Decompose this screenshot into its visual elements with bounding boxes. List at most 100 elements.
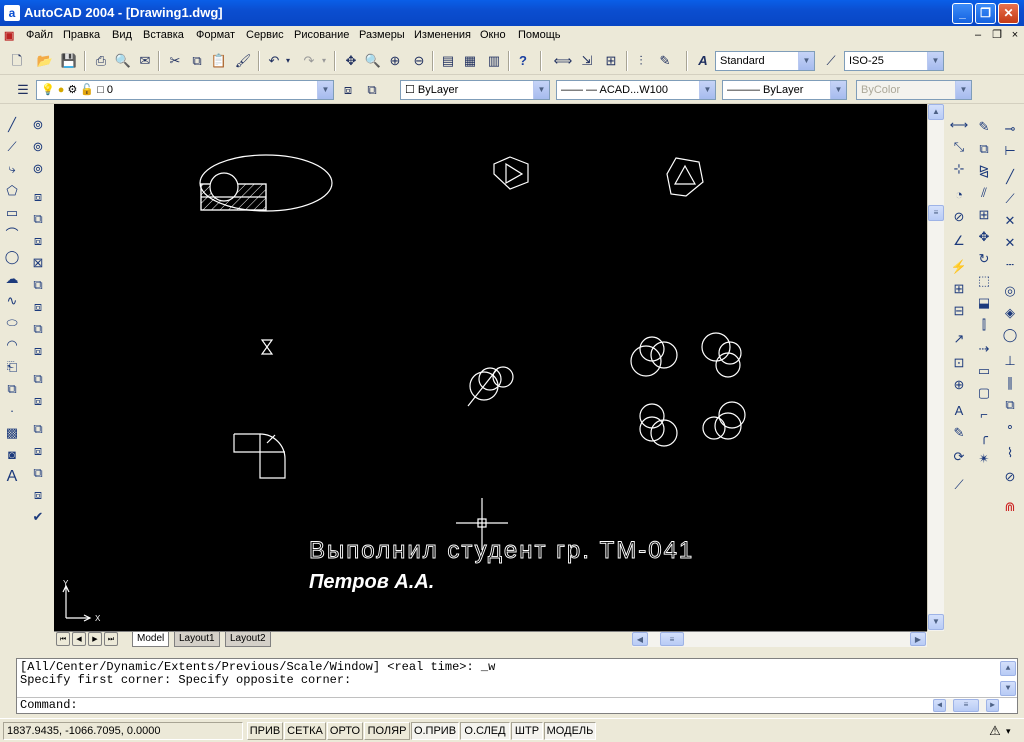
text-line-2[interactable]: Петров А.А.: [309, 571, 434, 593]
status-osnap[interactable]: О.ПРИВ: [411, 722, 459, 740]
snap-node-icon[interactable]: ∘: [999, 416, 1021, 438]
delete-faces-icon[interactable]: ⊠: [27, 252, 49, 274]
pan-realtime-icon[interactable]: ✥: [340, 50, 362, 72]
horizontal-scrollbar[interactable]: ◀ ≡ ▶: [632, 632, 927, 647]
extend-icon[interactable]: ⇢: [973, 338, 995, 360]
insert-block-icon[interactable]: ⎗: [1, 356, 23, 378]
tab-layout2[interactable]: Layout2: [225, 632, 271, 647]
lineweight-select[interactable]: ——— ByLayer ▼: [722, 80, 847, 100]
snap-endpoint-icon[interactable]: ╱: [999, 166, 1021, 188]
text-line-1[interactable]: Выполнил студент гр. ТМ-041: [309, 537, 694, 565]
chevron-down-icon[interactable]: ▼: [830, 81, 846, 99]
drawing-doc-icon[interactable]: ▣: [4, 29, 14, 42]
spline-icon[interactable]: ∿: [1, 290, 23, 312]
separate-icon[interactable]: ⧉: [27, 462, 49, 484]
help-icon[interactable]: ?: [512, 50, 534, 72]
chevron-down-icon[interactable]: ▼: [317, 81, 333, 99]
dim-baseline-icon[interactable]: ⊞: [948, 278, 970, 300]
quick-leader-icon[interactable]: ↗: [948, 328, 970, 350]
menu-view[interactable]: Вид: [112, 29, 132, 41]
scroll-thumb[interactable]: ≡: [928, 205, 944, 221]
dim-ordinate-icon[interactable]: ⊹: [948, 158, 970, 180]
prev-tab-icon[interactable]: ◀: [72, 632, 86, 646]
rotate-faces-icon[interactable]: ⧉: [27, 318, 49, 340]
hscroll-thumb[interactable]: ≡: [660, 632, 684, 646]
temp-track-icon[interactable]: ⊸: [999, 118, 1021, 140]
autocad-icon[interactable]: a: [4, 5, 20, 21]
redo-icon[interactable]: ↷: [298, 50, 320, 72]
trim-icon[interactable]: ⫿: [973, 314, 995, 336]
dim-continue-icon[interactable]: ⊟: [948, 300, 970, 322]
make-block-icon[interactable]: ⧉: [1, 378, 23, 400]
status-snap[interactable]: ПРИВ: [247, 722, 283, 740]
circle-cluster-top-left[interactable]: [630, 336, 678, 377]
next-tab-icon[interactable]: ▶: [88, 632, 102, 646]
mirror-icon[interactable]: ⧎: [973, 160, 995, 182]
three-circles-object[interactable]: [467, 366, 514, 407]
doc-minimize-button[interactable]: –: [970, 29, 986, 43]
osnap-settings-icon[interactable]: ⋒: [999, 496, 1021, 518]
circle-cluster-bottom-right[interactable]: [702, 401, 746, 440]
cmd-hscroll[interactable]: ◀ ≡ ▶: [933, 699, 999, 712]
region-icon[interactable]: ◙: [1, 444, 23, 466]
erase-icon[interactable]: ✎: [973, 116, 995, 138]
scroll-down-icon[interactable]: ▼: [928, 614, 944, 630]
redo-list-icon[interactable]: ▾: [318, 50, 330, 72]
doc-restore-button[interactable]: ❐: [989, 29, 1005, 43]
pentagon-triangle-object[interactable]: [493, 156, 529, 190]
vertical-scrollbar[interactable]: ▲ ≡ ▼: [927, 104, 944, 631]
snap-center-icon[interactable]: ◎: [999, 280, 1021, 302]
dim-radius-icon[interactable]: ◔: [948, 184, 970, 206]
tab-model[interactable]: Model: [132, 632, 170, 647]
color-select[interactable]: ☐ ByLayer ▼: [400, 80, 550, 100]
rectangle-icon[interactable]: ▭: [1, 202, 23, 224]
dim-diameter-icon[interactable]: ⊘: [948, 206, 970, 228]
imprint-icon[interactable]: ⧉: [27, 418, 49, 440]
multiline-text-icon[interactable]: A: [1, 466, 23, 488]
snap-none-icon[interactable]: ⊘: [999, 466, 1021, 488]
layer-manager-icon[interactable]: ☰: [12, 79, 34, 101]
snap-quadrant-icon[interactable]: ◈: [999, 302, 1021, 324]
dim-angular-icon[interactable]: ∠: [948, 230, 970, 252]
subtract-icon[interactable]: ⊚: [27, 136, 49, 158]
plot-preview-icon[interactable]: 🔍: [112, 50, 134, 72]
line-icon[interactable]: ╱: [1, 114, 23, 136]
status-polar[interactable]: ПОЛЯР: [364, 722, 410, 740]
snap-from-icon[interactable]: ⊢: [999, 140, 1021, 162]
copy-icon[interactable]: ⧉: [186, 50, 208, 72]
join-icon[interactable]: ▢: [973, 382, 995, 404]
dim-update-icon[interactable]: ⟳: [948, 446, 970, 468]
close-button[interactable]: ✕: [998, 3, 1019, 24]
chamfer-icon[interactable]: ⌐: [973, 404, 995, 426]
layer-select[interactable]: 💡 ● ⚙ 🔓 □ 0 ▼: [36, 80, 334, 100]
quick-dim-icon[interactable]: ⚡: [948, 256, 970, 278]
cmd-scroll-up-icon[interactable]: ▲: [1000, 661, 1016, 676]
chevron-down-icon[interactable]: ▼: [699, 81, 715, 99]
circle-cluster-top-right[interactable]: [701, 332, 742, 378]
dim-style-icon[interactable]: ⟋: [820, 50, 842, 72]
dim-style-icon[interactable]: ⟋: [948, 474, 970, 496]
taper-faces-icon[interactable]: ⧈: [27, 340, 49, 362]
extrude-icon[interactable]: ⧉: [27, 208, 49, 230]
move-faces-icon[interactable]: ⧉: [27, 274, 49, 296]
copy-faces-icon[interactable]: ⧉: [27, 368, 49, 390]
pipe-elbow-object[interactable]: [233, 433, 286, 479]
cmd-hscroll-thumb[interactable]: ≡: [953, 699, 979, 712]
tray-settings-icon[interactable]: ▾: [1006, 722, 1020, 740]
hexagon-triangle-object[interactable]: [666, 157, 704, 197]
status-model[interactable]: МОДЕЛЬ: [544, 722, 596, 740]
doc-close-button[interactable]: ×: [1007, 29, 1023, 43]
drawing-canvas[interactable]: Y X Выполнил студент гр. ТМ-041 Петров А…: [54, 104, 927, 631]
ellipse-hatch-object[interactable]: [199, 154, 333, 212]
snap-apparent-intersection-icon[interactable]: ✕: [999, 232, 1021, 254]
snap-nearest-icon[interactable]: ⌇: [999, 442, 1021, 464]
paste-icon[interactable]: 📋: [208, 50, 230, 72]
menu-dimension[interactable]: Размеры: [359, 29, 405, 41]
arc-icon[interactable]: ⌒: [1, 224, 23, 246]
union-icon[interactable]: ⊚: [27, 114, 49, 136]
tolerance-icon[interactable]: ⊡: [948, 352, 970, 374]
rotate-icon[interactable]: ↻: [973, 248, 995, 270]
last-tab-icon[interactable]: ⏭: [104, 632, 118, 646]
minimize-button[interactable]: _: [952, 3, 973, 24]
cmd-scroll-left-icon[interactable]: ◀: [933, 699, 946, 712]
